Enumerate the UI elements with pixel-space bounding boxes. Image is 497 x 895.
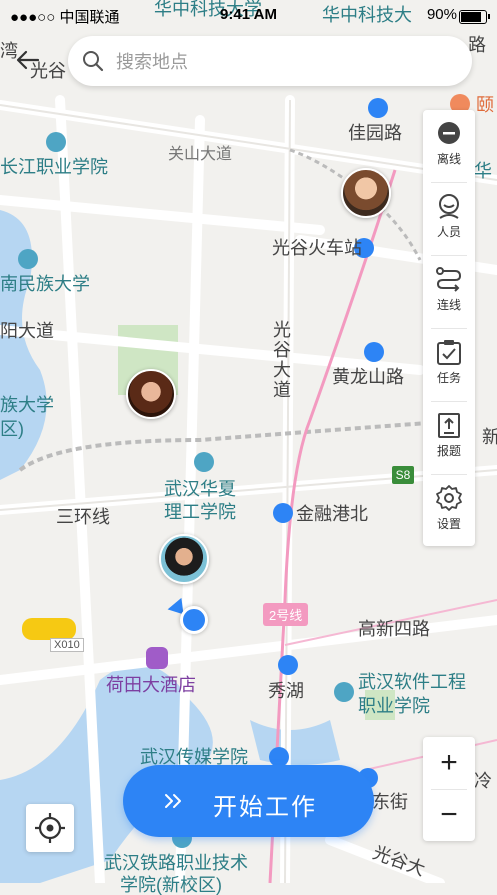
arrow-left-icon [16,50,40,70]
start-work-label: 开始工作 [213,794,317,821]
gear-icon [436,485,462,511]
search-icon [83,51,104,72]
map-label: 职业学院 [358,696,430,716]
map-label: 金融港北 [296,504,368,524]
map-label: 族大学 [0,395,54,415]
map-label: 南民族大学 [0,274,90,294]
tool-offline[interactable]: 离线 [423,110,475,182]
zoom-out-button[interactable]: − [423,789,475,841]
zoom-controls: + − [423,737,475,841]
locate-button[interactable] [26,804,74,852]
map-label: 区) [0,419,24,439]
map-label: 颐 [476,95,494,115]
tool-label: 人员 [436,225,461,239]
clock: 9:41 AM [220,6,277,23]
battery-percent: 90% [426,6,457,23]
map-label: 武汉传媒学院 [140,747,248,767]
map-label: 秀湖 [268,681,304,701]
tool-label: 任务 [436,371,461,385]
report-icon [438,413,460,438]
map-label: 武汉软件工程 [358,672,466,692]
map-label: 光谷火车站 [272,238,362,258]
tool-label: 离线 [436,152,461,166]
tool-label: 报题 [436,444,461,458]
map-toolbar: 离线 人员 连线 任务 报题 设置 [423,110,475,546]
person-avatar[interactable] [341,168,391,218]
tool-person[interactable]: 人员 [423,183,475,255]
map-label: 理工学院 [164,502,236,522]
crosshair-icon [35,813,65,843]
tool-label: 设置 [436,517,461,531]
map-label: 东街 [372,792,408,812]
person-avatar[interactable] [126,369,176,419]
metro-line-badge: 2号线 [263,603,309,626]
tool-settings[interactable]: 设置 [423,475,475,547]
map-label: 华 [474,161,492,181]
person-avatar[interactable] [159,534,209,584]
map-label: 冷 [474,771,492,791]
road-badge: X010 [50,638,84,652]
tool-label: 连线 [436,298,461,312]
map-label: 佳园路 [348,123,402,143]
map-label: 长江职业学院 [0,157,108,177]
map-label: 光谷大道 [271,320,291,400]
map-label: 关山大道 [168,146,233,163]
taxi-icon[interactable] [22,618,76,640]
battery-icon [459,10,490,24]
offline-icon [438,122,460,144]
route-icon [436,267,462,292]
tool-task[interactable]: 任务 [423,329,475,401]
map-label: 路 [468,35,486,55]
map-label: 三环线 [56,507,110,527]
search-input[interactable] [114,46,448,78]
map-label: 武汉铁路职业技术 [104,853,248,873]
task-icon [437,340,461,365]
map-label: 新 [482,427,497,447]
back-button[interactable] [14,46,42,74]
search-bar[interactable] [68,36,472,86]
map-label: 荷田大酒店 [106,675,196,695]
map-label: 学院(新校区) [120,875,222,895]
tool-report[interactable]: 报题 [423,402,475,474]
map-label: 黄龙山路 [332,367,404,387]
map-label: 武汉华夏 [164,479,236,499]
highway-badge: S8 [392,466,414,484]
hotel-icon [146,647,168,669]
map-label: 高新四路 [358,619,430,639]
double-chevron-right-icon [165,794,181,808]
tool-route[interactable]: 连线 [423,256,475,328]
start-work-button[interactable]: 开始工作 [123,765,374,837]
current-location-marker [180,606,208,634]
status-bar: ●●●○○ 中国联通 9:41 AM 90% [0,0,497,30]
person-icon [439,194,459,219]
map-label: 阳大道 [0,321,54,341]
zoom-in-button[interactable]: + [423,737,475,789]
